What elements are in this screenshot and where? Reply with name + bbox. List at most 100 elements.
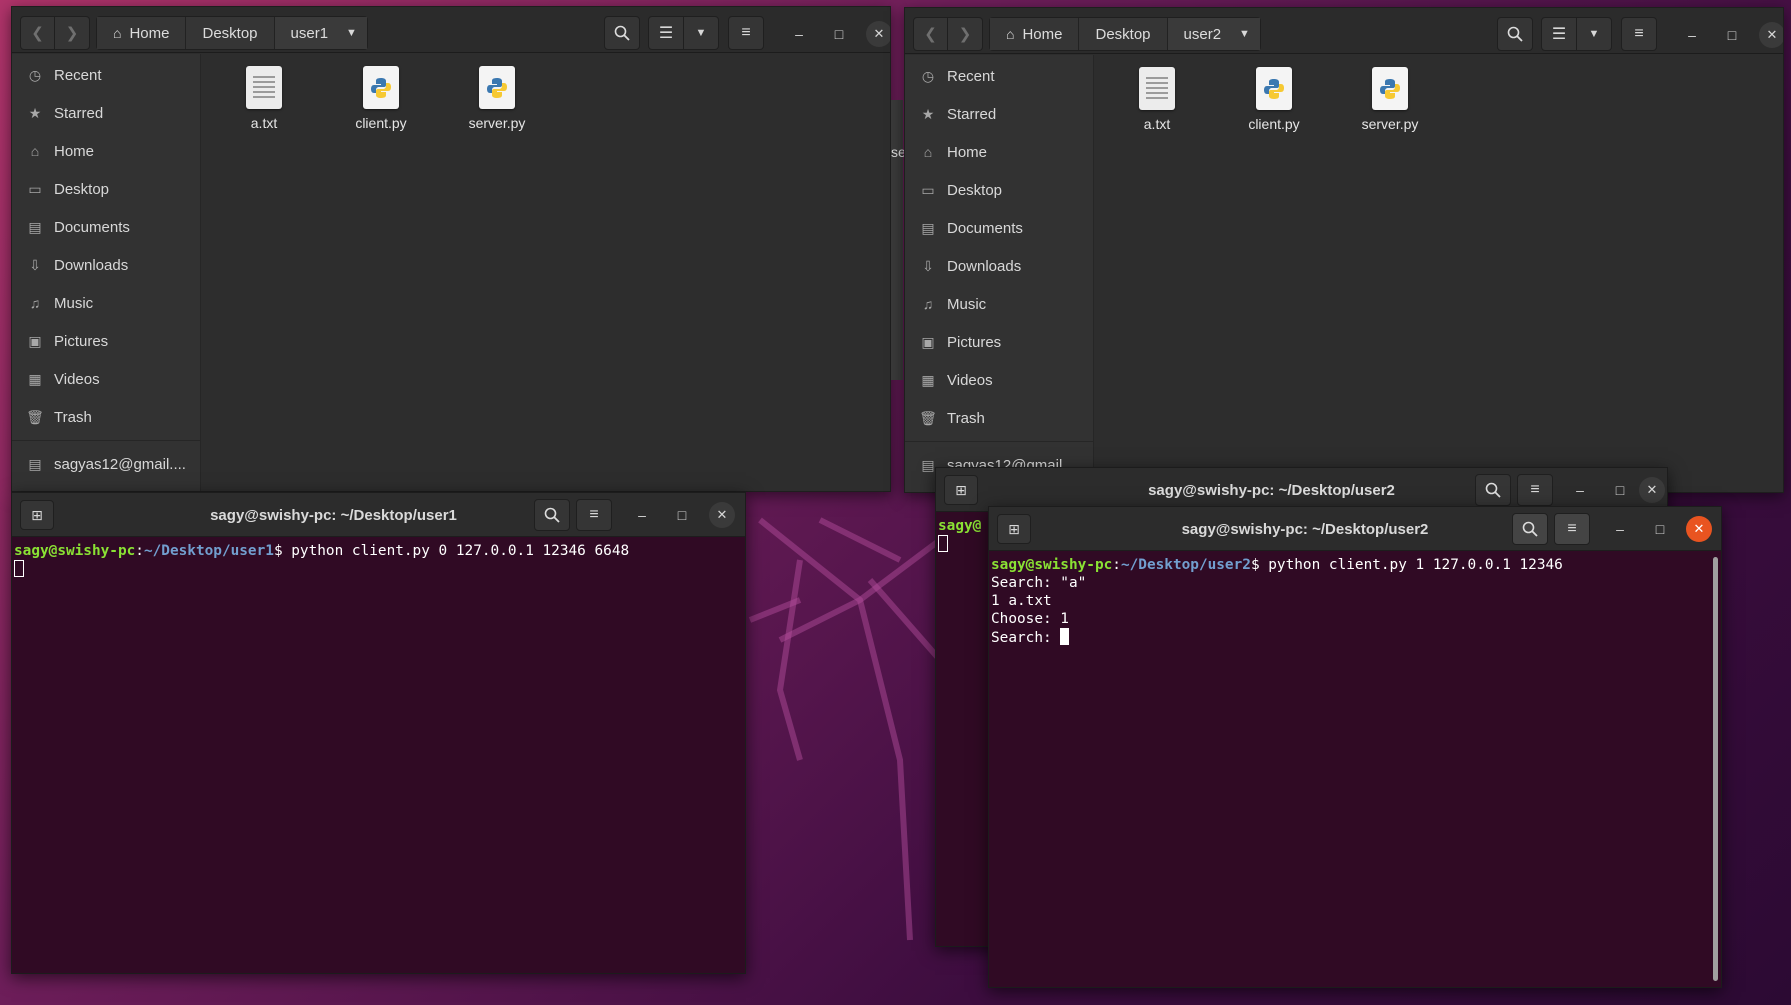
close-icon: ✕	[716, 507, 728, 522]
sidebar-item-account[interactable]: ▤ sagyas12@gmail....	[12, 445, 200, 483]
sidebar-item-recent[interactable]: ◷ Recent	[905, 57, 1093, 95]
sidebar-item-label: Home	[947, 143, 988, 161]
terminal-output[interactable]: sagy@swishy-pc:~/Desktop/user1$ python c…	[12, 538, 745, 973]
sidebar-item-videos[interactable]: ▦ Videos	[12, 360, 200, 398]
path-crumb-desktop[interactable]: Desktop	[1079, 18, 1168, 50]
maximize-button[interactable]: □	[669, 502, 695, 528]
file-item[interactable]: server.py	[447, 66, 547, 131]
view-list-button[interactable]: ☰	[648, 16, 684, 50]
file-name: client.py	[1248, 116, 1300, 132]
sidebar: ◷ Recent ★ Starred ⌂ Home ▭ Desktop ▤ Documen…	[12, 54, 201, 491]
path-crumb-current[interactable]: user1 ▼	[274, 17, 367, 49]
music-icon: ♫	[922, 296, 934, 312]
text-cursor	[1060, 628, 1070, 645]
sidebar-item-desktop[interactable]: ▭ Desktop	[12, 170, 200, 208]
view-list-button[interactable]: ☰	[1541, 17, 1577, 51]
path-crumb-current[interactable]: user2 ▼	[1167, 18, 1260, 50]
search-button[interactable]	[1512, 513, 1548, 545]
search-icon	[1522, 521, 1538, 537]
back-button[interactable]: ❮	[20, 16, 55, 50]
maximize-button[interactable]: □	[1719, 22, 1745, 48]
search-button[interactable]	[1475, 474, 1511, 506]
maximize-button[interactable]: □	[1647, 516, 1673, 542]
caret-down-icon: ▼	[695, 27, 707, 39]
sidebar-item-label: Desktop	[947, 181, 1003, 199]
sidebar-item-music[interactable]: ♫ Music	[905, 285, 1093, 323]
sidebar-item-home[interactable]: ⌂ Home	[905, 133, 1093, 171]
terminal-window-user1: ⊞ sagy@swishy-pc: ~/Desktop/user1 ≡ – □ …	[11, 492, 746, 974]
maximize-icon: □	[677, 507, 687, 523]
list-icon: ☰	[1551, 26, 1567, 43]
chevron-left-icon: ❮	[924, 26, 937, 43]
file-manager-window-user1: ❮ ❯ ⌂ Home Desktop user1 ▼ ☰ ▼ ≡ – □ ✕ ◷…	[11, 6, 891, 492]
sidebar-item-trash[interactable]: 🗑︎ Trash	[905, 399, 1093, 437]
search-button[interactable]	[534, 499, 570, 531]
search-icon	[1507, 26, 1523, 42]
output-line: Choose: 1	[991, 611, 1069, 627]
sidebar-item-videos[interactable]: ▦ Videos	[905, 361, 1093, 399]
file-name: server.py	[468, 115, 526, 131]
file-item[interactable]: a.txt	[1107, 67, 1207, 132]
sidebar-item-starred[interactable]: ★ Starred	[905, 95, 1093, 133]
close-button[interactable]: ✕	[1759, 22, 1783, 48]
sidebar-item-downloads[interactable]: ⇩ Downloads	[12, 246, 200, 284]
menu-button[interactable]: ≡	[728, 16, 764, 50]
menu-button[interactable]: ≡	[1554, 513, 1590, 545]
document-icon: ▤	[28, 218, 42, 235]
close-icon: ✕	[1766, 27, 1778, 42]
scrollbar[interactable]	[1713, 557, 1718, 981]
crumb-label: user1	[290, 24, 329, 42]
sidebar-item-downloads[interactable]: ⇩ Downloads	[905, 247, 1093, 285]
caret-down-icon: ▼	[1588, 28, 1600, 40]
close-button[interactable]: ✕	[866, 21, 890, 47]
path-crumb-desktop[interactable]: Desktop	[186, 17, 275, 49]
crumb-label: user2	[1183, 25, 1222, 43]
file-item[interactable]: client.py	[1224, 67, 1324, 132]
sidebar-item-desktop[interactable]: ▭ Desktop	[905, 171, 1093, 209]
view-options-button[interactable]: ▼	[683, 16, 719, 50]
sidebar-item-documents[interactable]: ▤ Documents	[12, 208, 200, 246]
forward-button[interactable]: ❯	[948, 17, 983, 51]
minimize-button[interactable]: –	[629, 502, 655, 528]
caret-down-icon: ▼	[346, 27, 357, 39]
close-button[interactable]: ✕	[709, 502, 735, 528]
sidebar-item-recent[interactable]: ◷ Recent	[12, 56, 200, 94]
path-crumb-home[interactable]: ⌂ Home	[97, 17, 187, 49]
menu-button[interactable]: ≡	[576, 499, 612, 531]
back-button[interactable]: ❮	[913, 17, 948, 51]
header-bar: ❮ ❯ ⌂ Home Desktop user1 ▼ ☰ ▼ ≡ – □ ✕	[12, 7, 890, 53]
sidebar-item-documents[interactable]: ▤ Documents	[905, 209, 1093, 247]
sidebar-item-home[interactable]: ⌂ Home	[12, 132, 200, 170]
view-options-button[interactable]: ▼	[1576, 17, 1612, 51]
sidebar-item-pictures[interactable]: ▣ Pictures	[12, 322, 200, 360]
picture-icon: ▣	[921, 333, 935, 350]
download-icon: ⇩	[29, 256, 41, 273]
sidebar-item-trash[interactable]: 🗑︎ Trash	[12, 398, 200, 436]
minimize-button[interactable]: –	[1567, 477, 1593, 503]
sidebar-item-pictures[interactable]: ▣ Pictures	[905, 323, 1093, 361]
minimize-button[interactable]: –	[1679, 22, 1705, 48]
minimize-button[interactable]: –	[786, 21, 812, 47]
sidebar-item-label: Music	[947, 295, 987, 313]
file-view: a.txt client.py server.py	[1095, 55, 1783, 492]
menu-button[interactable]: ≡	[1621, 17, 1657, 51]
minimize-button[interactable]: –	[1607, 516, 1633, 542]
file-item[interactable]: client.py	[331, 66, 431, 131]
maximize-button[interactable]: □	[826, 21, 852, 47]
chevron-left-icon: ❮	[31, 25, 44, 42]
terminal-output[interactable]: sagy@swishy-pc:~/Desktop/user2$ python c…	[989, 552, 1721, 987]
file-item[interactable]: server.py	[1340, 67, 1440, 132]
sidebar-item-starred[interactable]: ★ Starred	[12, 94, 200, 132]
maximize-button[interactable]: □	[1607, 477, 1633, 503]
close-button[interactable]: ✕	[1686, 516, 1712, 542]
path-crumb-home[interactable]: ⌂ Home	[990, 18, 1080, 50]
file-item[interactable]: a.txt	[214, 66, 314, 131]
forward-button[interactable]: ❯	[55, 16, 90, 50]
menu-button[interactable]: ≡	[1517, 474, 1553, 506]
python-file-icon	[479, 66, 515, 109]
close-button[interactable]: ✕	[1639, 477, 1665, 503]
search-button[interactable]	[1497, 17, 1533, 51]
search-button[interactable]	[604, 16, 640, 50]
sidebar-item-music[interactable]: ♫ Music	[12, 284, 200, 322]
prompt-path: ~/Desktop/user1	[143, 543, 274, 559]
